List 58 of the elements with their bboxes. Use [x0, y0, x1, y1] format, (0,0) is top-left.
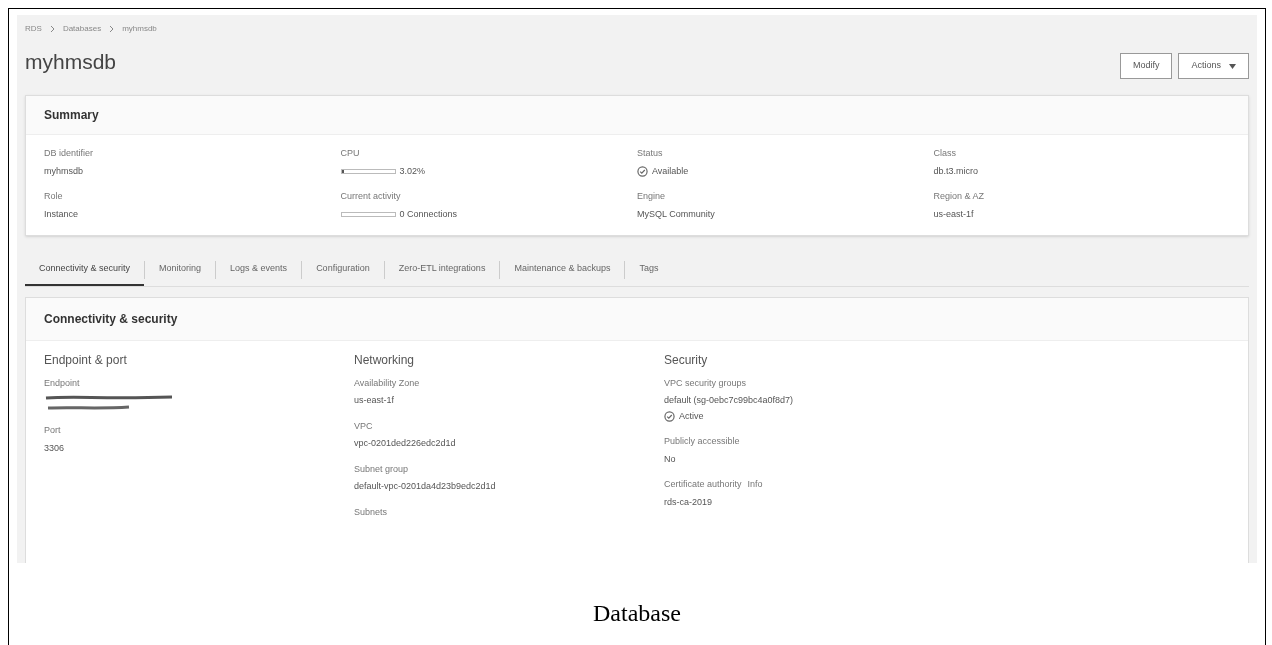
field-label: Port [44, 424, 61, 437]
field-label: Availability Zone [354, 376, 420, 390]
field-value: myhmsdb [44, 164, 84, 178]
field-label: Subnets [354, 505, 388, 519]
field-value: No [664, 452, 677, 466]
tab[interactable]: Tags [625, 254, 673, 286]
breadcrumb-link[interactable]: RDS [25, 23, 42, 35]
field-value: MySQL Community [637, 207, 716, 221]
field-label: Subnet group [354, 462, 409, 476]
field-value: Instance [44, 207, 80, 221]
field-label: Role [44, 190, 63, 203]
info-link[interactable]: Info [747, 478, 763, 492]
field-value: 3306 [44, 441, 66, 455]
tab[interactable]: Logs & events [216, 254, 302, 286]
field-label: Region & AZ [933, 190, 985, 203]
field-value: us-east-1f [933, 207, 975, 221]
check-circle-icon [664, 410, 675, 422]
field-label: DB identifier [44, 147, 94, 160]
field-value: db.t3.micro [933, 164, 980, 178]
field-label: VPC [354, 419, 373, 433]
field-value[interactable]: default (sg-0ebc7c99bc4a0f8d7) [664, 394, 1230, 408]
tab[interactable]: Zero-ETL integrations [384, 254, 500, 286]
field-label: Current activity [340, 190, 401, 203]
field-value: vpc-0201ded226edc2d1d [354, 437, 457, 450]
field-label: Status [637, 147, 663, 160]
chevron-right-icon [109, 25, 115, 33]
field-label: CPU [340, 147, 360, 160]
check-circle-icon [637, 165, 648, 177]
field-value: rds-ca-2019 [664, 495, 714, 509]
column-heading: Security [664, 351, 709, 369]
page-title: myhmsdb [25, 49, 117, 76]
field-value: default-vpc-0201da4d23b9edc2d1d [354, 480, 497, 493]
chevron-right-icon [49, 25, 55, 33]
field-value: us-east-1f [354, 394, 396, 407]
column-heading: Networking [354, 351, 416, 369]
card-heading: Summary [44, 107, 100, 124]
caret-icon [1229, 63, 1236, 69]
field-label: Certificate authority [664, 478, 742, 491]
field-label: Endpoint [44, 376, 80, 390]
tab[interactable]: Configuration [302, 254, 384, 286]
tab[interactable]: Monitoring [145, 254, 216, 286]
field-label: Class [933, 147, 956, 160]
field-value: 3.02% [399, 164, 426, 178]
status-text: Available [652, 164, 689, 178]
modify-button[interactable]: Modify [1119, 53, 1173, 79]
tab[interactable]: Maintenance & backups [500, 254, 625, 286]
status-text: Active [679, 409, 704, 423]
tab[interactable]: Connectivity & security [25, 254, 145, 286]
breadcrumb-link[interactable]: Databases [62, 23, 102, 35]
card-heading: Connectivity & security [44, 310, 179, 328]
field-label: VPC security groups [664, 376, 747, 390]
field-label: Engine [637, 190, 666, 203]
field-value: 0 Connections [399, 207, 458, 221]
field-label: Publicly accessible [664, 435, 740, 448]
figure-caption: Database [593, 599, 681, 628]
column-heading: Endpoint & port [44, 351, 128, 369]
actions-dropdown[interactable]: Actions [1178, 53, 1249, 79]
breadcrumb-link[interactable]: myhmsdb [122, 23, 157, 35]
